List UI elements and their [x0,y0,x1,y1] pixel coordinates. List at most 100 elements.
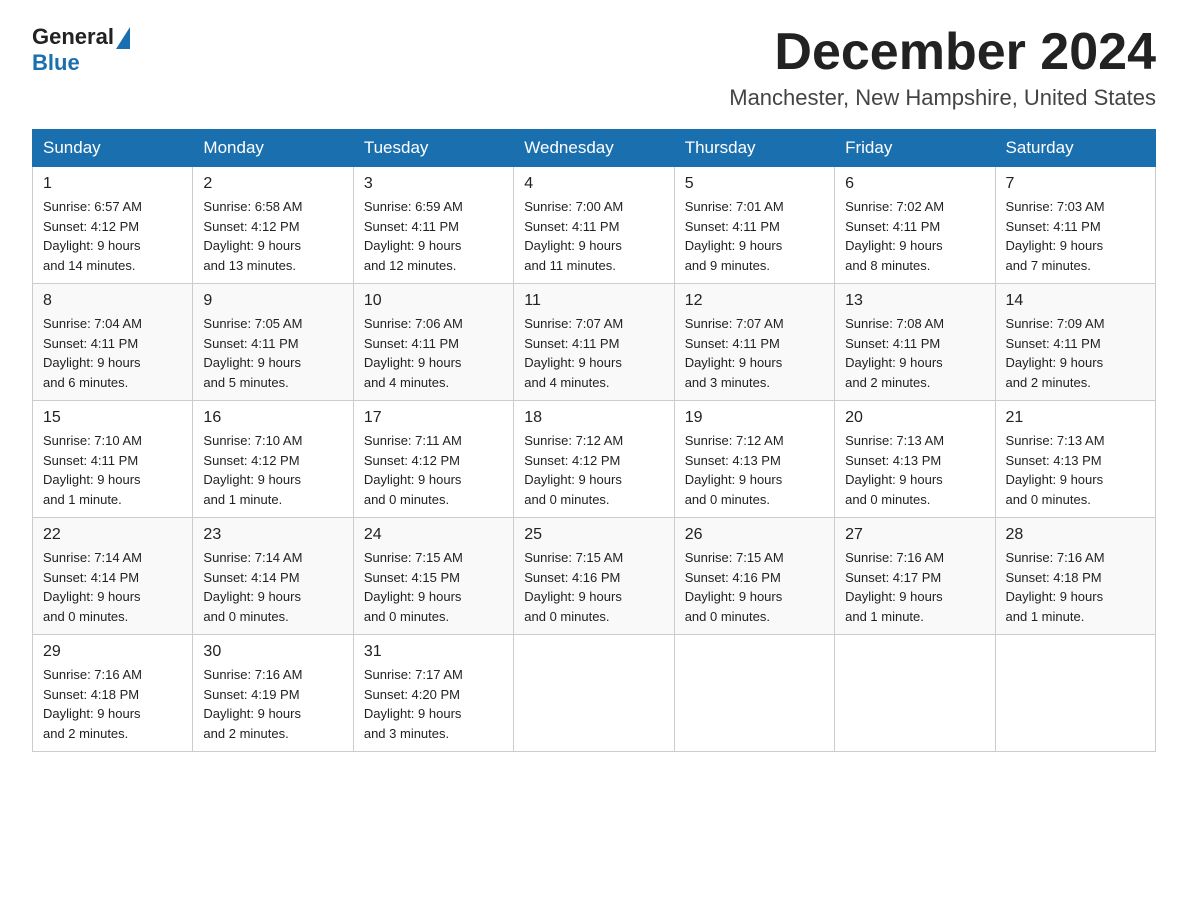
day-number: 29 [43,643,182,661]
day-info: Sunrise: 6:57 AMSunset: 4:12 PMDaylight:… [43,197,182,275]
day-number: 17 [364,409,503,427]
calendar-cell: 26Sunrise: 7:15 AMSunset: 4:16 PMDayligh… [674,518,834,635]
day-info: Sunrise: 7:10 AMSunset: 4:12 PMDaylight:… [203,431,342,509]
calendar-cell: 18 Sunrise: 7:12 AMSunset: 4:12 PMDayligh… [514,401,674,518]
day-info: Sunrise: 7:06 AMSunset: 4:11 PMDaylight:… [364,314,503,392]
calendar-cell: 3 Sunrise: 6:59 AMSunset: 4:11 PMDaylight… [353,167,513,284]
day-number: 28 [1006,526,1145,544]
calendar-cell: 14 Sunrise: 7:09 AMSunset: 4:11 PMDayligh… [995,284,1155,401]
calendar-week-row: 15 Sunrise: 7:10 AMSunset: 4:11 PMDayligh… [33,401,1156,518]
day-number: 30 [203,643,342,661]
calendar-cell: 12Sunrise: 7:07 AMSunset: 4:11 PMDayligh… [674,284,834,401]
day-number: 25 [524,526,663,544]
calendar-cell: 31 Sunrise: 7:17 AMSunset: 4:20 PMDayligh… [353,635,513,752]
logo-general-text: General [32,24,114,50]
calendar-cell: 20 Sunrise: 7:13 AMSunset: 4:13 PMDayligh… [835,401,995,518]
day-number: 15 [43,409,182,427]
day-number: 12 [685,292,824,310]
day-info: Sunrise: 7:17 AMSunset: 4:20 PMDaylight:… [364,665,503,743]
calendar-cell: 16Sunrise: 7:10 AMSunset: 4:12 PMDayligh… [193,401,353,518]
day-number: 3 [364,175,503,193]
calendar-header-wednesday: Wednesday [514,130,674,167]
day-info: Sunrise: 7:16 AMSunset: 4:17 PMDaylight:… [845,548,984,626]
day-info: Sunrise: 7:09 AMSunset: 4:11 PMDaylight:… [1006,314,1145,392]
day-number: 20 [845,409,984,427]
calendar-week-row: 1 Sunrise: 6:57 AMSunset: 4:12 PMDaylight… [33,167,1156,284]
day-info: Sunrise: 7:10 AMSunset: 4:11 PMDaylight:… [43,431,182,509]
calendar-cell: 7 Sunrise: 7:03 AMSunset: 4:11 PMDaylight… [995,167,1155,284]
calendar-header-friday: Friday [835,130,995,167]
day-info: Sunrise: 7:12 AMSunset: 4:12 PMDaylight:… [524,431,663,509]
day-number: 1 [43,175,182,193]
logo-blue-text: Blue [32,50,80,76]
calendar-header-monday: Monday [193,130,353,167]
day-info: Sunrise: 7:16 AMSunset: 4:19 PMDaylight:… [203,665,342,743]
calendar-cell: 1 Sunrise: 6:57 AMSunset: 4:12 PMDaylight… [33,167,193,284]
day-number: 8 [43,292,182,310]
page-header: General Blue December 2024 Manchester, N… [32,24,1156,111]
day-info: Sunrise: 7:11 AMSunset: 4:12 PMDaylight:… [364,431,503,509]
day-info: Sunrise: 7:05 AMSunset: 4:11 PMDaylight:… [203,314,342,392]
day-number: 27 [845,526,984,544]
calendar-cell: 2 Sunrise: 6:58 AMSunset: 4:12 PMDaylight… [193,167,353,284]
calendar-cell: 29 Sunrise: 7:16 AMSunset: 4:18 PMDayligh… [33,635,193,752]
day-info: Sunrise: 7:12 AMSunset: 4:13 PMDaylight:… [685,431,824,509]
calendar-cell: 19 Sunrise: 7:12 AMSunset: 4:13 PMDayligh… [674,401,834,518]
day-number: 18 [524,409,663,427]
day-info: Sunrise: 7:00 AMSunset: 4:11 PMDaylight:… [524,197,663,275]
day-number: 4 [524,175,663,193]
calendar-cell: 6Sunrise: 7:02 AMSunset: 4:11 PMDaylight… [835,167,995,284]
day-number: 10 [364,292,503,310]
day-info: Sunrise: 7:13 AMSunset: 4:13 PMDaylight:… [845,431,984,509]
day-number: 24 [364,526,503,544]
day-number: 31 [364,643,503,661]
calendar-header-sunday: Sunday [33,130,193,167]
month-title: December 2024 [729,24,1156,81]
day-number: 5 [685,175,824,193]
day-number: 14 [1006,292,1145,310]
day-number: 13 [845,292,984,310]
calendar-week-row: 29 Sunrise: 7:16 AMSunset: 4:18 PMDayligh… [33,635,1156,752]
day-info: Sunrise: 7:13 AMSunset: 4:13 PMDaylight:… [1006,431,1145,509]
calendar-cell: 24 Sunrise: 7:15 AMSunset: 4:15 PMDayligh… [353,518,513,635]
day-number: 11 [524,292,663,310]
day-number: 2 [203,175,342,193]
calendar-header-thursday: Thursday [674,130,834,167]
day-info: Sunrise: 7:01 AMSunset: 4:11 PMDaylight:… [685,197,824,275]
day-info: Sunrise: 7:04 AMSunset: 4:11 PMDaylight:… [43,314,182,392]
calendar-cell: 11 Sunrise: 7:07 AMSunset: 4:11 PMDayligh… [514,284,674,401]
logo-triangle-icon [116,27,130,49]
day-info: Sunrise: 6:58 AMSunset: 4:12 PMDaylight:… [203,197,342,275]
calendar-cell: 30 Sunrise: 7:16 AMSunset: 4:19 PMDayligh… [193,635,353,752]
calendar-cell: 27 Sunrise: 7:16 AMSunset: 4:17 PMDayligh… [835,518,995,635]
day-number: 23 [203,526,342,544]
day-info: Sunrise: 6:59 AMSunset: 4:11 PMDaylight:… [364,197,503,275]
logo: General Blue [32,24,130,76]
day-info: Sunrise: 7:16 AMSunset: 4:18 PMDaylight:… [43,665,182,743]
calendar-cell: 21 Sunrise: 7:13 AMSunset: 4:13 PMDayligh… [995,401,1155,518]
day-number: 21 [1006,409,1145,427]
calendar-table: SundayMondayTuesdayWednesdayThursdayFrid… [32,129,1156,752]
calendar-cell [674,635,834,752]
day-info: Sunrise: 7:15 AMSunset: 4:16 PMDaylight:… [524,548,663,626]
location-title: Manchester, New Hampshire, United States [729,85,1156,111]
day-number: 7 [1006,175,1145,193]
day-info: Sunrise: 7:15 AMSunset: 4:15 PMDaylight:… [364,548,503,626]
calendar-cell: 8 Sunrise: 7:04 AMSunset: 4:11 PMDaylight… [33,284,193,401]
day-number: 6 [845,175,984,193]
calendar-header-saturday: Saturday [995,130,1155,167]
calendar-cell: 15 Sunrise: 7:10 AMSunset: 4:11 PMDayligh… [33,401,193,518]
calendar-cell [514,635,674,752]
day-info: Sunrise: 7:07 AMSunset: 4:11 PMDaylight:… [524,314,663,392]
title-block: December 2024 Manchester, New Hampshire,… [729,24,1156,111]
calendar-cell: 4 Sunrise: 7:00 AMSunset: 4:11 PMDaylight… [514,167,674,284]
calendar-header-row: SundayMondayTuesdayWednesdayThursdayFrid… [33,130,1156,167]
day-number: 19 [685,409,824,427]
day-info: Sunrise: 7:03 AMSunset: 4:11 PMDaylight:… [1006,197,1145,275]
calendar-week-row: 8 Sunrise: 7:04 AMSunset: 4:11 PMDaylight… [33,284,1156,401]
day-info: Sunrise: 7:08 AMSunset: 4:11 PMDaylight:… [845,314,984,392]
day-info: Sunrise: 7:15 AMSunset: 4:16 PMDaylight:… [685,548,824,626]
calendar-header-tuesday: Tuesday [353,130,513,167]
calendar-cell: 13 Sunrise: 7:08 AMSunset: 4:11 PMDayligh… [835,284,995,401]
calendar-cell: 25 Sunrise: 7:15 AMSunset: 4:16 PMDayligh… [514,518,674,635]
